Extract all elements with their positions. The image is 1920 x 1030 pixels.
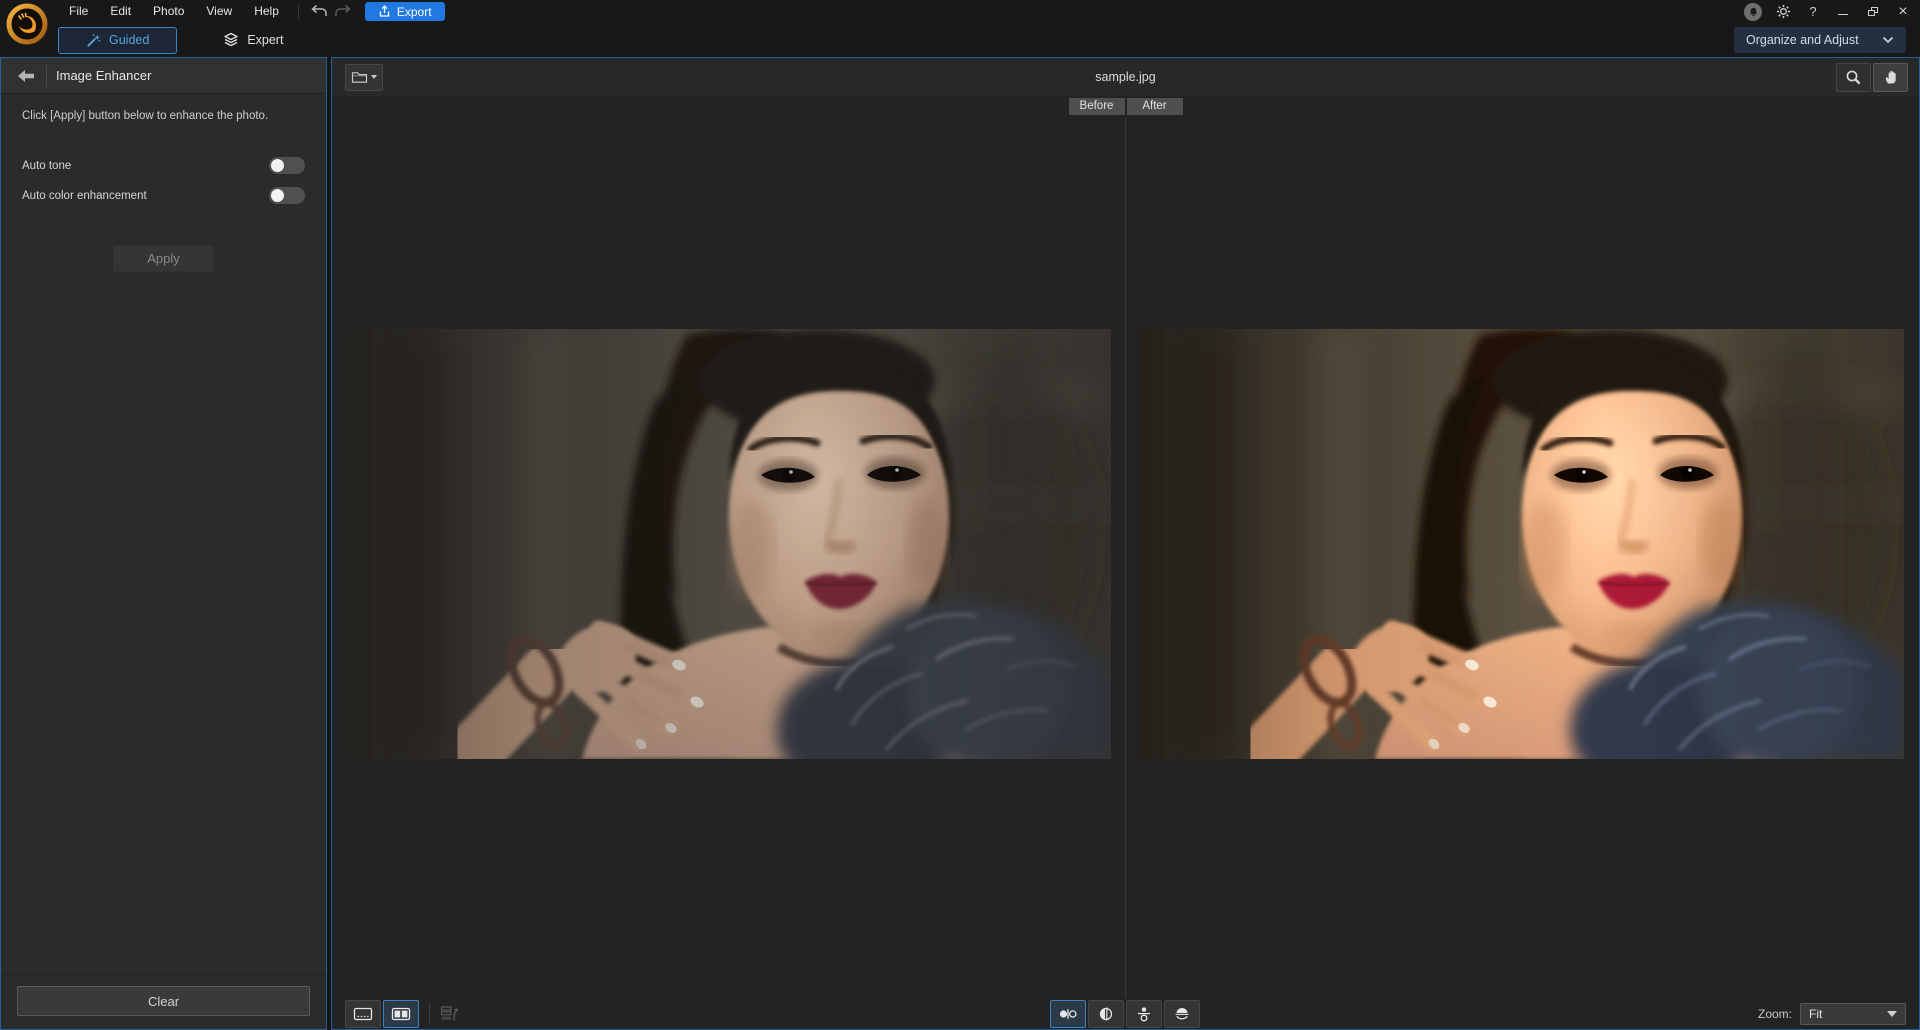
toolbar-separator [298,5,299,19]
close-icon: × [1898,4,1907,20]
mode-tab-bar: Guided Expert Organize and Adjust [0,23,1920,57]
auto-color-toggle[interactable] [269,187,305,204]
filename-label: sample.jpg [332,70,1919,84]
before-label: Before [1069,98,1125,115]
apply-to-all-icon [440,1005,460,1022]
before-photo[interactable] [347,329,1111,759]
panel-header: Image Enhancer [1,58,326,94]
horizontal-split-compare-button[interactable] [1164,1000,1200,1028]
back-arrow-icon [17,69,35,83]
export-label: Export [397,5,432,19]
menu-photo[interactable]: Photo [142,0,195,23]
apply-button[interactable]: Apply [113,245,214,272]
settings-button[interactable] [1770,1,1796,23]
after-photo[interactable] [1140,329,1904,759]
pan-tool-button[interactable] [1873,63,1908,92]
folder-dropdown-caret [371,75,377,79]
split-circle-icon [1096,1006,1116,1022]
clear-button[interactable]: Clear [17,986,310,1016]
folder-icon [351,70,368,84]
top-bottom-compare-button[interactable] [1126,1000,1162,1028]
title-bar: File Edit Photo View Help Export ? × [0,0,1920,23]
panel-spacer [1,272,326,974]
export-button[interactable]: Export [365,2,445,21]
workspace: Image Enhancer Click [Apply] button belo… [0,57,1920,1030]
auto-tone-label: Auto tone [22,160,71,172]
panel-title: Image Enhancer [56,68,151,83]
menu-help[interactable]: Help [243,0,290,23]
horizontal-split-icon [1172,1006,1192,1022]
app-logo [6,3,48,45]
back-button[interactable] [9,63,43,89]
zoom-tool-button[interactable] [1836,63,1871,92]
close-button[interactable]: × [1890,1,1916,23]
open-folder-button[interactable] [345,64,383,91]
restore-button[interactable] [1860,1,1886,23]
toggle-knob [271,189,284,202]
auto-color-label: Auto color enhancement [22,190,147,202]
tab-expert[interactable]: Expert [199,27,307,54]
after-pane [1126,117,1920,998]
viewer-area: sample.jpg Before After [331,57,1920,1030]
side-by-side-compare-button[interactable] [1050,1000,1086,1028]
tab-guided-label: Guided [109,33,149,47]
viewer-header: sample.jpg [332,58,1919,96]
zoom-label: Zoom: [1758,1007,1792,1021]
split-view-button[interactable] [383,1000,419,1028]
menu-view[interactable]: View [195,0,243,23]
header-separator [46,65,47,87]
undo-button[interactable] [307,2,331,22]
top-bottom-icon [1134,1006,1154,1022]
zoom-value: Fit [1809,1007,1887,1021]
viewer-footer: Zoom: Fit [332,998,1919,1029]
layers-icon [223,32,239,48]
redo-icon [334,4,352,19]
tab-guided[interactable]: Guided [58,27,177,54]
panel-hint-text: Click [Apply] button below to enhance th… [22,109,305,125]
side-by-side-icon [1058,1006,1078,1022]
footer-separator [429,1004,430,1024]
compare-mode-group [1050,1000,1202,1028]
magic-wand-icon [86,33,101,48]
undo-icon [310,4,328,19]
zoom-level-dropdown[interactable]: Fit [1800,1003,1906,1025]
notifications-button[interactable] [1740,1,1766,23]
apply-to-all-button[interactable] [440,1005,460,1022]
minimize-icon [1838,14,1848,15]
tab-expert-label: Expert [247,33,283,47]
zoom-control-group: Zoom: Fit [1758,1003,1906,1025]
hand-icon [1883,69,1899,85]
magnifier-icon [1845,69,1862,86]
help-icon: ? [1809,5,1816,18]
redo-button[interactable] [331,2,355,22]
restore-icon [1868,7,1878,16]
compare-labels-row: Before After [332,96,1919,117]
menu-file[interactable]: File [58,0,99,23]
export-icon [378,5,391,18]
toggle-knob [271,159,284,172]
before-pane [332,117,1126,998]
mode-switcher-dropdown[interactable]: Organize and Adjust [1734,27,1906,53]
bell-icon [1748,6,1759,18]
compare-canvas [332,117,1919,998]
after-label: After [1127,98,1183,115]
menu-edit[interactable]: Edit [99,0,142,23]
mode-switcher-label: Organize and Adjust [1746,33,1872,47]
single-view-button[interactable] [345,1000,381,1028]
auto-tone-row: Auto tone [22,151,305,181]
single-view-icon [353,1006,373,1022]
auto-tone-toggle[interactable] [269,157,305,174]
auto-color-row: Auto color enhancement [22,181,305,211]
split-view-icon [391,1006,411,1022]
chevron-down-icon [1882,36,1894,44]
minimize-button[interactable] [1830,1,1856,23]
image-enhancer-panel: Image Enhancer Click [Apply] button belo… [0,57,327,1030]
split-compare-button[interactable] [1088,1000,1124,1028]
zoom-dropdown-caret [1887,1011,1897,1017]
help-button[interactable]: ? [1800,1,1826,23]
gear-icon [1776,4,1791,19]
panel-footer: Clear [1,974,326,1029]
